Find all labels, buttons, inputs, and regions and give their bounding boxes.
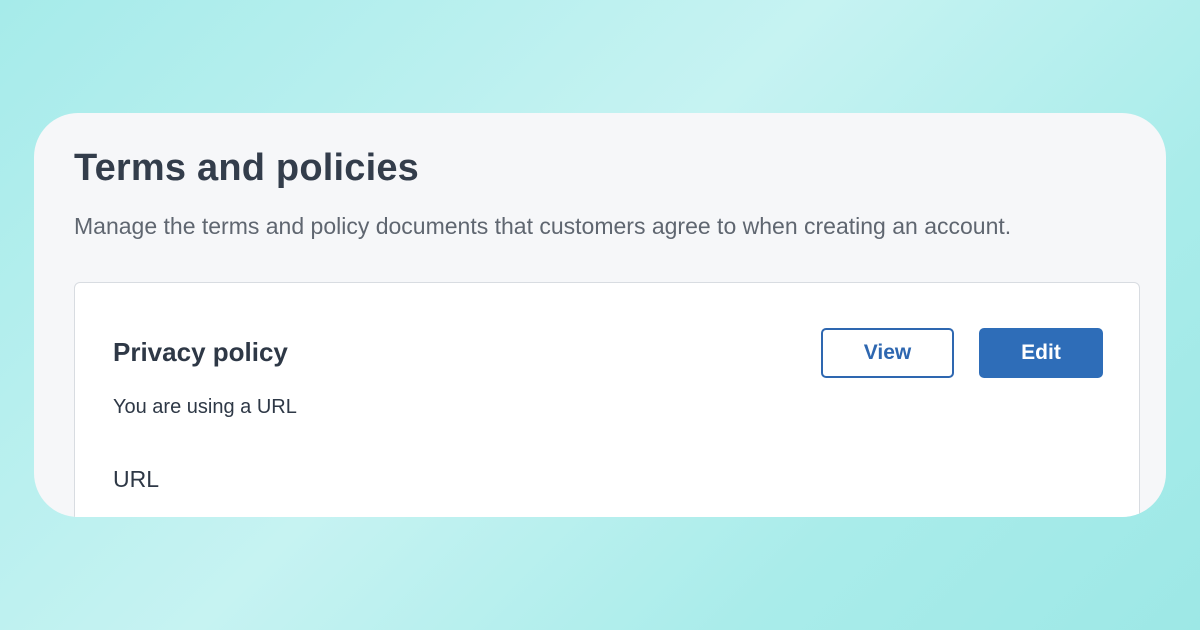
page-subtitle: Manage the terms and policy documents th… (74, 213, 1012, 239)
view-button[interactable]: View (821, 328, 954, 378)
settings-panel: Terms and policies Manage the terms and … (34, 113, 1166, 517)
privacy-policy-card: Privacy policy You are using a URL URL V… (74, 282, 1140, 517)
edit-button[interactable]: Edit (979, 328, 1103, 378)
card-title: Privacy policy (113, 337, 288, 367)
card-description: You are using a URL (113, 396, 297, 418)
url-field-label: URL (113, 466, 160, 492)
page-title: Terms and policies (74, 147, 420, 189)
